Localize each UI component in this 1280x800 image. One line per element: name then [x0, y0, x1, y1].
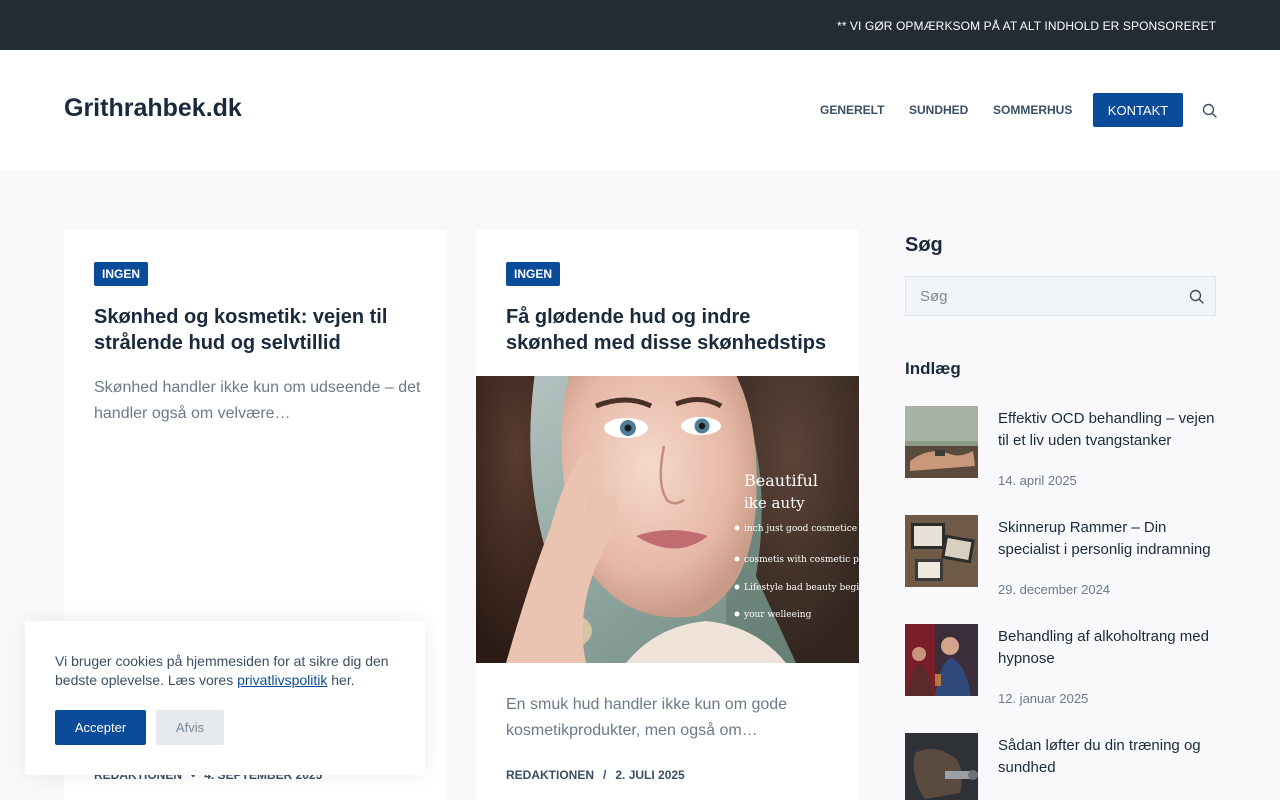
post-excerpt: En smuk hud handler ikke kun om gode kos… — [506, 696, 788, 739]
post-title[interactable]: Få glødende hud og indre skønhed med dis… — [506, 304, 836, 356]
post-author[interactable]: REDAKTIONEN — [506, 768, 594, 782]
sidebar-posts-title: Indlæg — [905, 359, 961, 378]
sidebar-post-title[interactable]: Behandling af alkoholtrang med hypnose — [998, 626, 1216, 670]
cookie-accept-button[interactable]: Accepter — [55, 710, 146, 745]
sidebar-search-box — [905, 276, 1216, 316]
category-badge[interactable]: INGEN — [94, 262, 149, 286]
post-card: INGEN Få glødende hud og indre skønhed m… — [476, 230, 859, 800]
image-bullet-4: your welleeing — [743, 610, 812, 620]
cookie-decline-button[interactable]: Afvis — [156, 710, 224, 745]
nav-item-generelt[interactable]: GENERELT — [820, 103, 884, 117]
site-header: Grithrahbek.dk GENERELT SUNDHED SOMMERHU… — [0, 50, 1280, 170]
post-thumbnail[interactable] — [905, 733, 978, 800]
contact-button[interactable]: KONTAKT — [1093, 93, 1183, 127]
sidebar-post-item: Sådan løfter du din træning og sundhed — [905, 733, 1216, 800]
post-featured-image[interactable]: Beautiful ike auty inch just good cosmet… — [476, 376, 859, 663]
sidebar-post-date: 12. januar 2025 — [998, 691, 1089, 706]
main-nav: GENERELT SUNDHED SOMMERHUS KONTAKT — [0, 93, 1280, 127]
image-heading-1: Beautiful — [744, 471, 818, 490]
cookie-message: Vi bruger cookies på hjemmesiden for at … — [55, 652, 405, 690]
sidebar-post-item: Behandling af alkoholtrang med hypnose 1… — [905, 624, 1216, 716]
sidebar-post-item: Effektiv OCD behandling – vejen til et l… — [905, 406, 1216, 498]
sidebar-search-title: Søg — [905, 234, 943, 256]
search-icon[interactable] — [1202, 103, 1217, 118]
privacy-policy-link[interactable]: privatlivspolitik — [237, 672, 327, 688]
top-notice-bar: ** VI GØR OPMÆRKSOM PÅ AT ALT INDHOLD ER… — [0, 0, 1280, 50]
post-thumbnail[interactable] — [905, 515, 978, 587]
search-icon[interactable] — [1189, 289, 1204, 304]
image-heading-2: ike auty — [744, 494, 805, 512]
sidebar-search-input[interactable] — [906, 277, 1176, 315]
cookie-text-after: her. — [327, 672, 355, 688]
sidebar-post-title[interactable]: Skinnerup Rammer – Din specialist i pers… — [998, 517, 1216, 561]
sidebar-post-item: Skinnerup Rammer – Din specialist i pers… — [905, 515, 1216, 607]
image-bullet-1: inch just good cosmetice products — [744, 524, 859, 534]
post-excerpt: Skønhed handler ikke kun om udseende – d… — [94, 379, 421, 422]
post-meta: REDAKTIONEN/2. JULI 2025 — [506, 768, 685, 782]
post-thumbnail[interactable] — [905, 406, 978, 478]
nav-item-sundhed[interactable]: SUNDHED — [909, 103, 968, 117]
sidebar-post-title[interactable]: Effektiv OCD behandling – vejen til et l… — [998, 408, 1216, 452]
category-badge[interactable]: INGEN — [506, 262, 561, 286]
post-title[interactable]: Skønhed og kosmetik: vejen til strålende… — [94, 304, 424, 356]
nav-item-sommerhus[interactable]: SOMMERHUS — [993, 103, 1072, 117]
image-bullet-2: cosmetis with cosmetic products — [744, 555, 859, 565]
sidebar-post-date: 14. april 2025 — [998, 473, 1077, 488]
post-date: 2. JULI 2025 — [615, 768, 685, 782]
sidebar-post-title[interactable]: Sådan løfter du din træning og sundhed — [998, 735, 1216, 779]
post-thumbnail[interactable] — [905, 624, 978, 696]
cookie-banner: Vi bruger cookies på hjemmesiden for at … — [25, 621, 425, 775]
sponsored-notice: ** VI GØR OPMÆRKSOM PÅ AT ALT INDHOLD ER… — [836, 19, 1216, 33]
sidebar-post-date: 29. december 2024 — [998, 582, 1111, 597]
image-bullet-3: Lifestyle bad beauty beginnes with — [744, 583, 859, 593]
